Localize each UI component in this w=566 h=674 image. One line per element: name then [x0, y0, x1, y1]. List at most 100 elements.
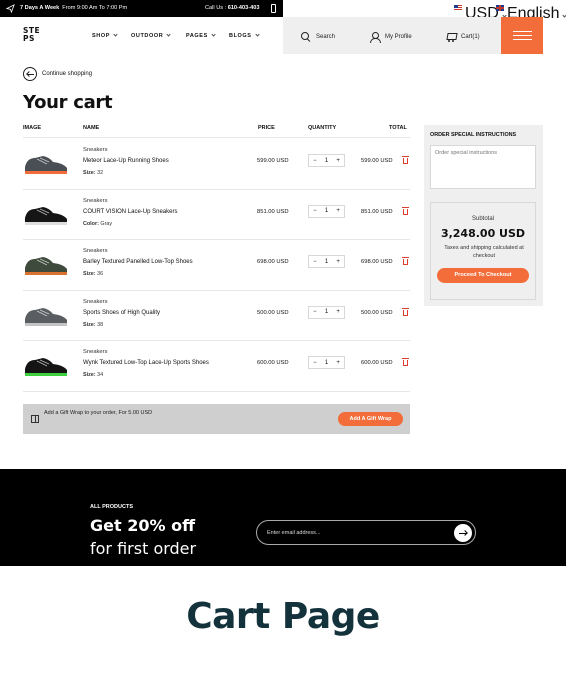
top-bar: 7 Days A Week From 9:00 Am To 7:00 Pm Ca…	[0, 0, 566, 22]
user-icon	[370, 32, 381, 43]
divider	[23, 390, 410, 392]
variant-value: Gray	[100, 220, 113, 227]
trash-icon[interactable]	[402, 156, 409, 164]
product-total: 851.00 USD	[361, 208, 393, 215]
nav-outdoor[interactable]: OUTDOOR	[131, 32, 171, 39]
chevron-down-icon	[166, 32, 171, 37]
cart-row: Sneakers Sports Shoes of High Quality Size…	[23, 291, 410, 341]
variant-value: 34	[97, 372, 104, 378]
decrease-button[interactable]: −	[313, 360, 317, 366]
trash-icon[interactable]	[402, 257, 409, 265]
page-title: Your cart	[23, 92, 113, 113]
cart-row: Sneakers Barley Textured Panelled Low-Top…	[23, 240, 410, 290]
instructions-title: ORDER SPECIAL INSTRUCTIONS	[430, 132, 517, 138]
product-name[interactable]: Meteor Lace-Up Running Shoes	[83, 158, 169, 164]
variant-label: Color:	[83, 220, 99, 227]
trash-icon[interactable]	[402, 358, 409, 366]
quantity-value[interactable]: 1	[325, 208, 328, 214]
email-field[interactable]	[267, 528, 437, 538]
product-image[interactable]	[23, 200, 69, 228]
profile-button[interactable]: My Profile	[370, 32, 412, 43]
search-button[interactable]: Search	[301, 32, 335, 42]
increase-button[interactable]: +	[336, 208, 340, 214]
arrow-right-icon[interactable]	[454, 524, 472, 542]
cart-button[interactable]: Cart(1)	[446, 32, 480, 42]
nav-label: OUTDOOR	[131, 33, 164, 39]
product-category: Sneakers	[83, 349, 108, 355]
product-price: 698.00 USD	[257, 259, 289, 265]
subtotal-amount: 3,248.00 USD	[440, 227, 526, 240]
instructions-textarea[interactable]	[430, 145, 536, 189]
hamburger-icon	[513, 39, 532, 40]
search-icon	[301, 32, 311, 42]
column-header-name: NAME	[83, 125, 100, 131]
increase-button[interactable]: +	[336, 259, 340, 265]
variant-label: Size:	[83, 321, 96, 328]
product-name[interactable]: Sports Shoes of High Quality	[83, 310, 160, 316]
add-gift-wrap-button[interactable]: Add A Gift Wrap	[338, 412, 403, 426]
search-label: Search	[316, 34, 336, 40]
trash-icon[interactable]	[402, 307, 409, 316]
product-price: 600.00 USD	[257, 360, 289, 366]
chevron-down-icon	[211, 32, 216, 37]
column-header-quantity: QUANTITY	[308, 125, 337, 131]
product-image[interactable]	[23, 351, 69, 379]
logo[interactable]: STE PS	[23, 27, 40, 43]
chevron-down-icon	[254, 32, 260, 37]
promo-bar: 7 Days A Week From 9:00 Am To 7:00 Pm Ca…	[0, 0, 283, 17]
order-summary-sidebar: ORDER SPECIAL INSTRUCTIONS Subtotal 3,24…	[424, 125, 543, 306]
decrease-button[interactable]: −	[313, 259, 317, 265]
chevron-down-icon	[113, 32, 118, 37]
quantity-stepper: − 1 +	[308, 154, 345, 167]
nav-blogs[interactable]: BLOGS	[229, 32, 260, 39]
menu-button[interactable]	[501, 17, 543, 54]
quantity-value[interactable]: 1	[325, 309, 328, 315]
subtotal-box: Subtotal 3,248.00 USD Taxes and shipping…	[430, 202, 536, 300]
send-icon	[6, 4, 15, 13]
product-price: 851.00 USD	[257, 208, 289, 215]
variant-value: 32	[97, 170, 104, 176]
product-image[interactable]	[23, 149, 69, 177]
quantity-value[interactable]: 1	[325, 259, 328, 265]
quantity-value[interactable]: 1	[325, 360, 328, 366]
trash-icon[interactable]	[402, 206, 409, 215]
product-category: Sneakers	[83, 197, 108, 204]
profile-label: My Profile	[385, 34, 412, 40]
product-price: 599.00 USD	[257, 158, 289, 164]
decrease-button[interactable]: −	[313, 208, 317, 214]
product-name[interactable]: Wynk Textured Low-Top Lace-Up Sports Sho…	[83, 360, 209, 366]
column-header-image: IMAGE	[23, 125, 42, 131]
call-label: Call Us :	[205, 5, 227, 11]
product-image[interactable]	[23, 250, 69, 278]
product-category: Sneakers	[83, 248, 108, 254]
product-total: 698.00 USD	[361, 259, 393, 265]
increase-button[interactable]: +	[336, 158, 340, 164]
newsletter-form	[256, 520, 476, 545]
promo-hours: From 9:00 Am To 7:00 Pm	[62, 5, 128, 11]
newsletter-banner: ALL PRODUCTS Get 20% off for first order	[0, 469, 566, 566]
quantity-stepper: − 1 +	[308, 356, 345, 369]
promo-bold: 7 Days A Week	[20, 5, 60, 11]
product-name[interactable]: COURT VISION Lace-Up Sneakers	[83, 209, 177, 215]
product-variant: Size: 38	[83, 322, 103, 328]
column-header-total: TOTAL	[389, 125, 407, 131]
cart-row: Sneakers Wynk Textured Low-Top Lace-Up Sp…	[23, 341, 410, 391]
decrease-button[interactable]: −	[313, 309, 317, 315]
us-flag-icon	[454, 5, 462, 11]
product-name[interactable]: Barley Textured Panelled Low-Top Shoes	[83, 259, 193, 265]
continue-label: Continue shopping	[42, 71, 93, 77]
phone-icon	[271, 4, 276, 13]
increase-button[interactable]: +	[336, 360, 340, 366]
increase-button[interactable]: +	[336, 309, 340, 315]
checkout-button[interactable]: Proceed To Checkout	[437, 268, 529, 283]
variant-label: Size:	[83, 372, 96, 378]
nav-pages[interactable]: PAGES	[186, 32, 216, 39]
nav-shop[interactable]: SHOP	[92, 32, 118, 39]
quantity-value[interactable]: 1	[325, 158, 328, 164]
product-image[interactable]	[23, 301, 69, 329]
product-total: 600.00 USD	[361, 360, 393, 366]
cart-row: Sneakers Meteor Lace-Up Running Shoes Size…	[23, 139, 410, 189]
call-number[interactable]: 610-403-403	[228, 5, 260, 11]
continue-shopping-link[interactable]: Continue shopping	[23, 67, 92, 81]
decrease-button[interactable]: −	[313, 158, 317, 164]
